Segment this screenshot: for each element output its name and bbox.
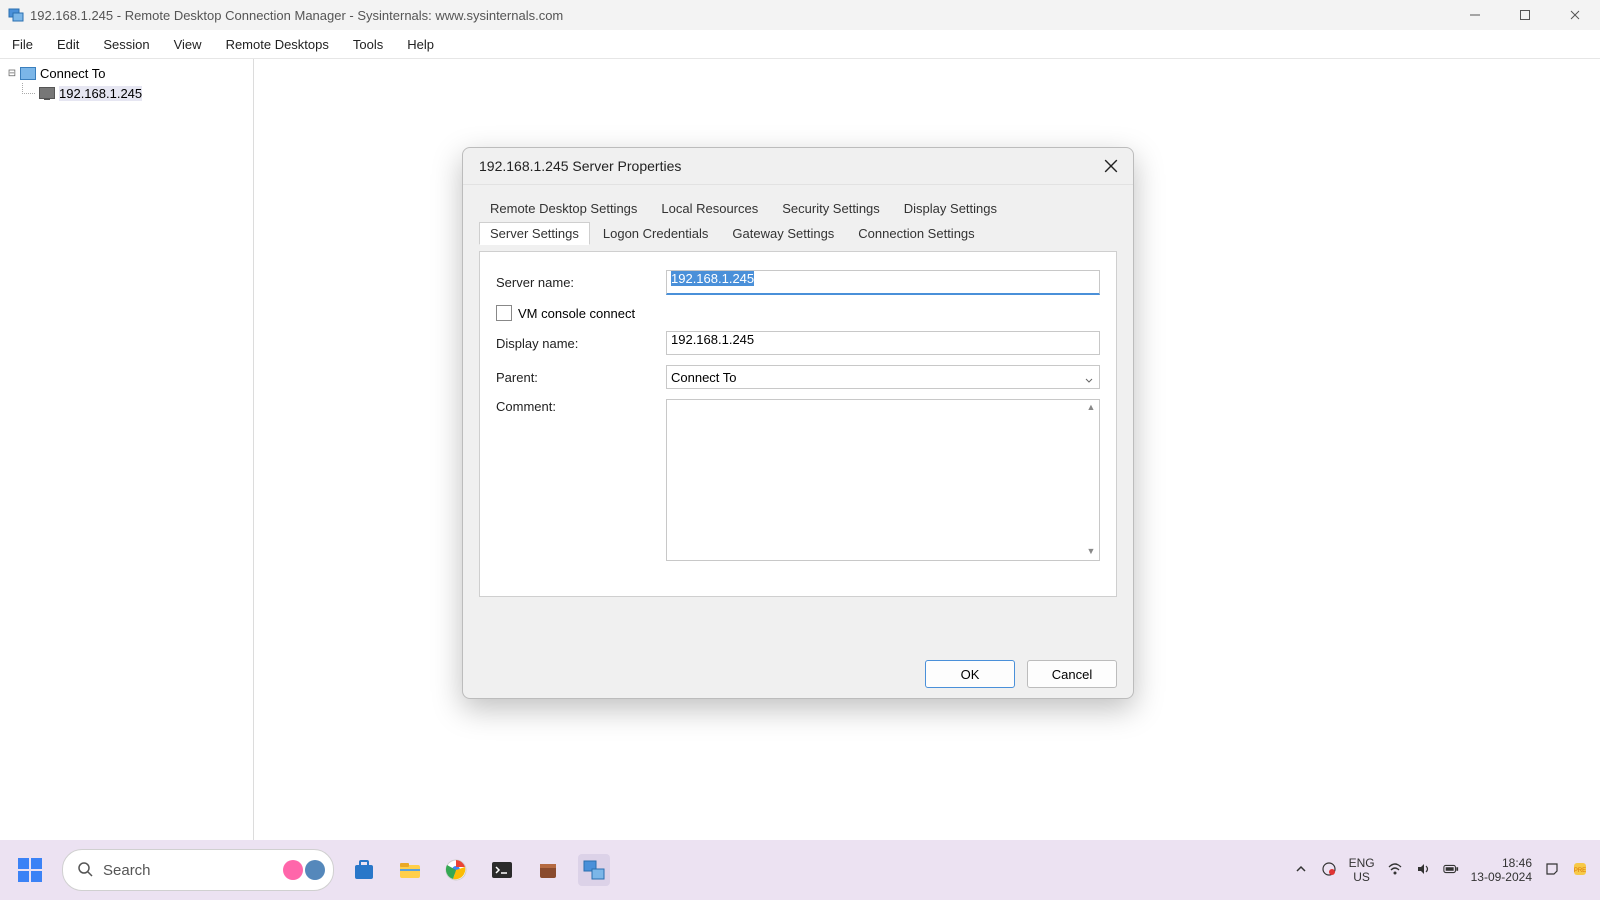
collapse-icon[interactable]: ⊟ bbox=[6, 68, 18, 79]
start-button[interactable] bbox=[10, 850, 50, 890]
maximize-button[interactable] bbox=[1500, 0, 1550, 30]
dialog-body: Remote Desktop Settings Local Resources … bbox=[463, 185, 1133, 650]
taskbar-terminal-icon[interactable] bbox=[486, 854, 518, 886]
ok-button[interactable]: OK bbox=[925, 660, 1015, 688]
tray-battery-icon[interactable] bbox=[1443, 861, 1459, 880]
menu-tools[interactable]: Tools bbox=[341, 33, 395, 56]
tree-child-label: 192.168.1.245 bbox=[59, 86, 142, 101]
label-parent: Parent: bbox=[496, 370, 666, 385]
taskbar-app-icon[interactable] bbox=[532, 854, 564, 886]
chevron-down-icon bbox=[1085, 373, 1093, 388]
window-title: 192.168.1.245 - Remote Desktop Connectio… bbox=[30, 8, 563, 23]
menu-file[interactable]: File bbox=[0, 33, 45, 56]
tab-display-settings[interactable]: Display Settings bbox=[893, 197, 1008, 220]
textarea-comment[interactable]: ▲ ▼ bbox=[666, 399, 1100, 561]
tray-extra-icon[interactable]: PRE bbox=[1572, 861, 1588, 880]
taskbar-store-icon[interactable] bbox=[348, 854, 380, 886]
server-properties-dialog: 192.168.1.245 Server Properties Remote D… bbox=[462, 147, 1134, 699]
menu-edit[interactable]: Edit bbox=[45, 33, 91, 56]
menu-help[interactable]: Help bbox=[395, 33, 446, 56]
tree-root[interactable]: ⊟ Connect To bbox=[0, 63, 253, 83]
search-icon bbox=[77, 861, 93, 880]
tree-root-label: Connect To bbox=[40, 66, 106, 81]
menu-session[interactable]: Session bbox=[91, 33, 161, 56]
dialog-titlebar: 192.168.1.245 Server Properties bbox=[463, 148, 1133, 185]
tree-server-item[interactable]: 192.168.1.245 bbox=[0, 83, 253, 103]
dialog-close-button[interactable] bbox=[1089, 148, 1133, 184]
checkbox-vm-console[interactable] bbox=[496, 305, 512, 321]
search-placeholder: Search bbox=[103, 862, 151, 879]
taskbar-chrome-icon[interactable] bbox=[440, 854, 472, 886]
tab-local-resources[interactable]: Local Resources bbox=[650, 197, 769, 220]
tray-volume-icon[interactable] bbox=[1415, 861, 1431, 880]
menubar: File Edit Session View Remote Desktops T… bbox=[0, 30, 1600, 59]
system-tray: ENG US 18:46 13-09-2024 PRE bbox=[1293, 856, 1600, 884]
minimize-button[interactable] bbox=[1450, 0, 1500, 30]
tab-panel-server-settings: Server name: 192.168.1.245 VM console co… bbox=[479, 251, 1117, 597]
scroll-down-icon[interactable]: ▼ bbox=[1085, 546, 1097, 558]
monitor-icon bbox=[39, 87, 55, 99]
content-area: ⊟ Connect To 192.168.1.245 192.168.1.245… bbox=[0, 59, 1600, 840]
input-display-name[interactable]: 192.168.1.245 bbox=[666, 331, 1100, 355]
dialog-title-text: 192.168.1.245 Server Properties bbox=[479, 158, 681, 174]
tab-remote-desktop-settings[interactable]: Remote Desktop Settings bbox=[479, 197, 648, 220]
cancel-button[interactable]: Cancel bbox=[1027, 660, 1117, 688]
select-parent-value: Connect To bbox=[671, 370, 737, 385]
select-parent[interactable]: Connect To bbox=[666, 365, 1100, 389]
app-icon bbox=[8, 7, 24, 23]
app-window: 192.168.1.245 - Remote Desktop Connectio… bbox=[0, 0, 1600, 841]
scroll-up-icon[interactable]: ▲ bbox=[1085, 402, 1097, 414]
tray-wifi-icon[interactable] bbox=[1387, 861, 1403, 880]
titlebar: 192.168.1.245 - Remote Desktop Connectio… bbox=[0, 0, 1600, 30]
svg-text:PRE: PRE bbox=[1574, 868, 1586, 874]
label-comment: Comment: bbox=[496, 399, 666, 414]
tree-connector-icon bbox=[22, 83, 35, 94]
tab-connection-settings[interactable]: Connection Settings bbox=[847, 222, 985, 245]
input-server-name[interactable]: 192.168.1.245 bbox=[666, 270, 1100, 295]
connection-tree: ⊟ Connect To 192.168.1.245 bbox=[0, 59, 254, 840]
tray-language[interactable]: ENG US bbox=[1349, 856, 1375, 884]
label-vm-console: VM console connect bbox=[518, 306, 635, 321]
taskbar-rdcman-icon[interactable] bbox=[578, 854, 610, 886]
taskbar-search[interactable]: Search bbox=[62, 849, 334, 891]
tray-clock[interactable]: 18:46 13-09-2024 bbox=[1471, 856, 1532, 884]
tray-notifications-icon[interactable] bbox=[1544, 861, 1560, 880]
label-server-name: Server name: bbox=[496, 275, 666, 290]
close-button[interactable] bbox=[1550, 0, 1600, 30]
taskbar-pinned bbox=[348, 854, 610, 886]
tray-overflow-icon[interactable] bbox=[1293, 861, 1309, 880]
label-display-name: Display name: bbox=[496, 336, 666, 351]
dialog-tabs: Remote Desktop Settings Local Resources … bbox=[479, 197, 1117, 247]
menu-remote-desktops[interactable]: Remote Desktops bbox=[214, 33, 341, 56]
search-highlights-icon bbox=[283, 860, 325, 880]
tab-gateway-settings[interactable]: Gateway Settings bbox=[721, 222, 845, 245]
taskbar: Search ENG US 18:46 13-09-2024 PRE bbox=[0, 840, 1600, 900]
tray-status-icon[interactable] bbox=[1321, 861, 1337, 880]
tab-security-settings[interactable]: Security Settings bbox=[771, 197, 891, 220]
folder-icon bbox=[20, 67, 36, 79]
tab-logon-credentials[interactable]: Logon Credentials bbox=[592, 222, 720, 245]
taskbar-explorer-icon[interactable] bbox=[394, 854, 426, 886]
dialog-button-row: OK Cancel bbox=[463, 650, 1133, 698]
tab-server-settings[interactable]: Server Settings bbox=[479, 222, 590, 245]
menu-view[interactable]: View bbox=[162, 33, 214, 56]
